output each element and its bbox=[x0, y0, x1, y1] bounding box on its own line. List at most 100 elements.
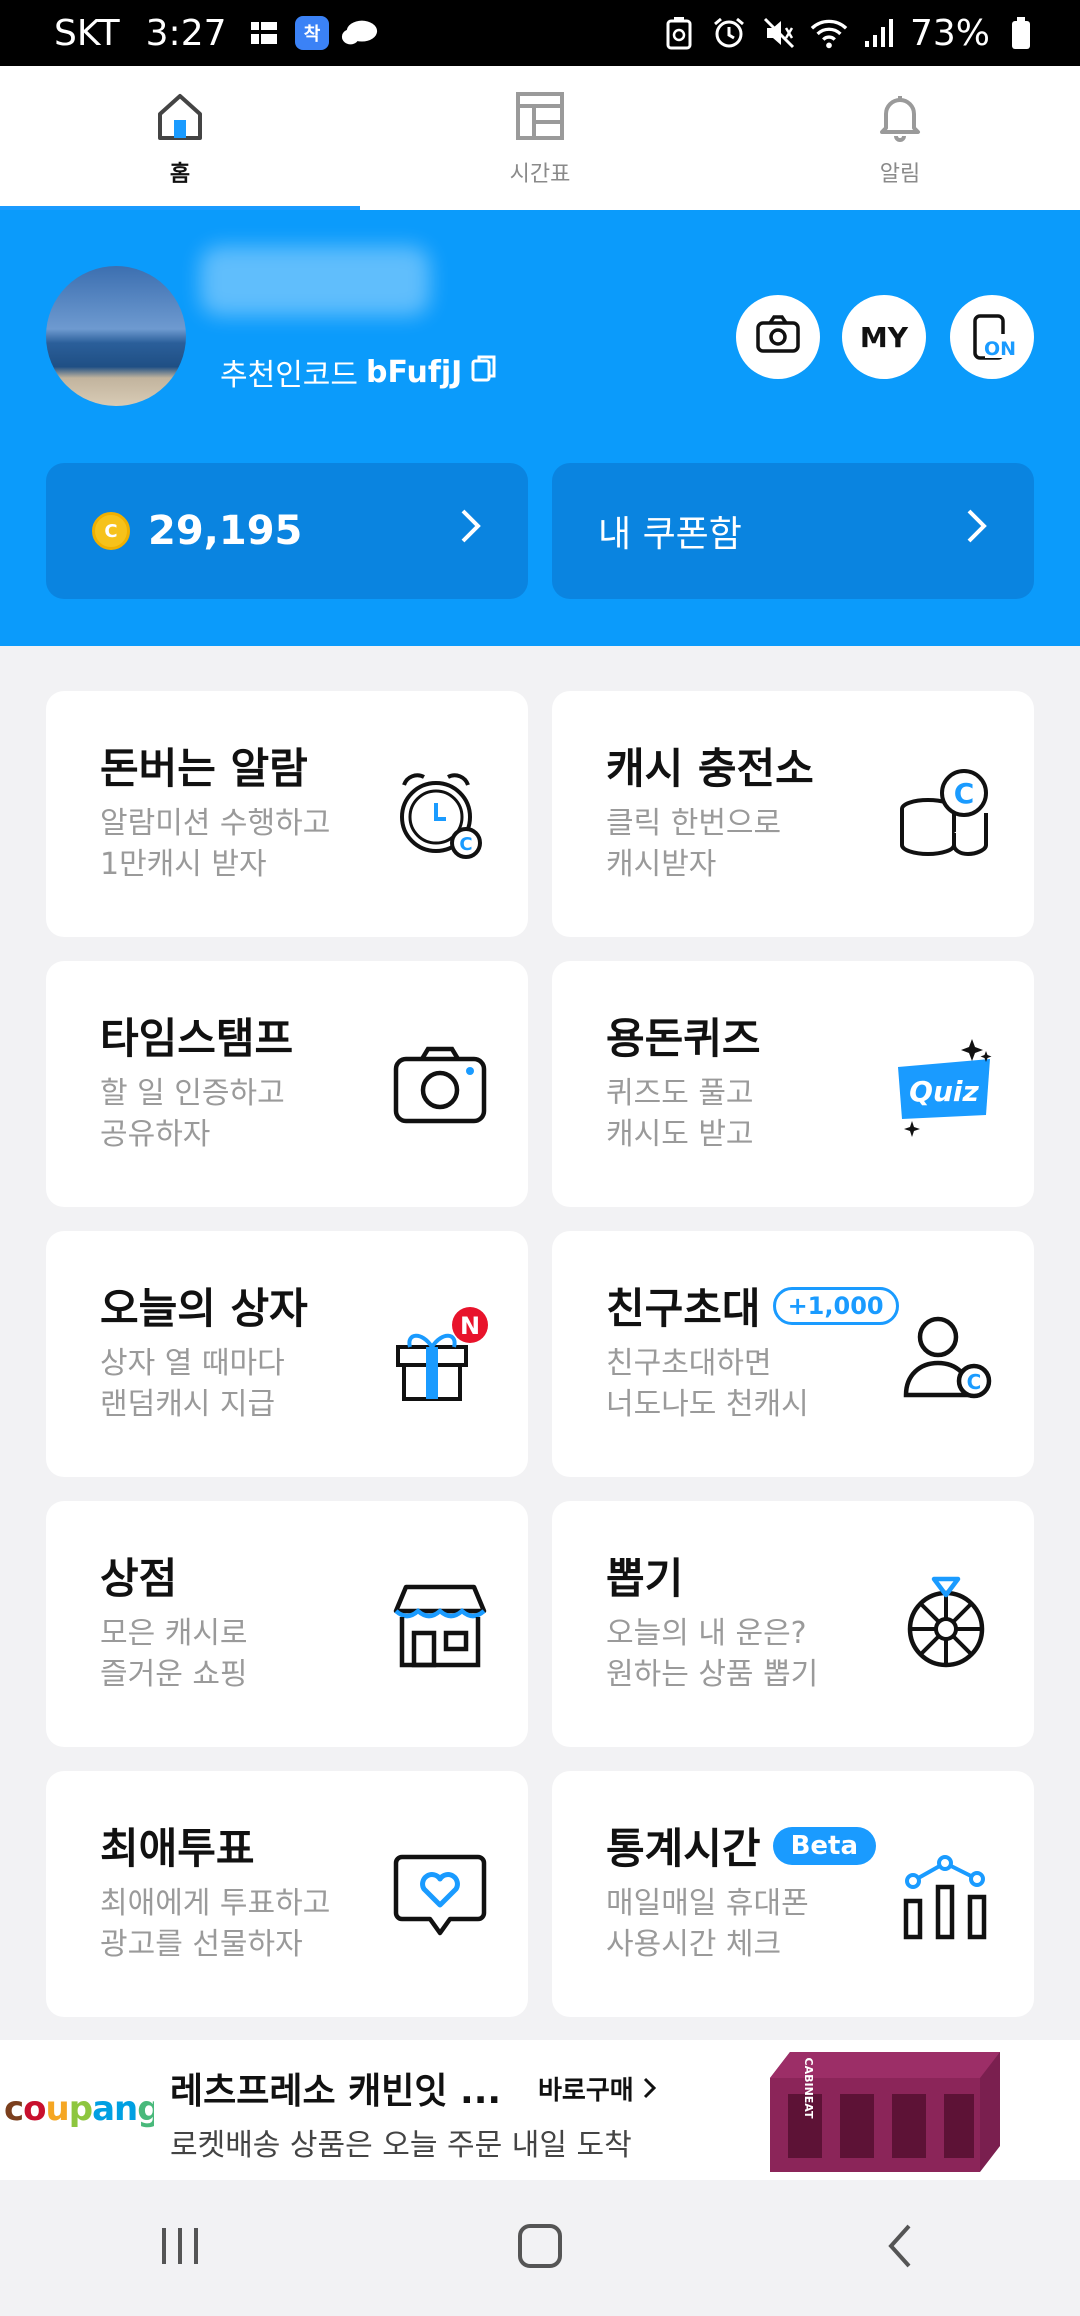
status-bar: SKT 3:27 착 73% bbox=[0, 0, 1080, 66]
recent-apps-icon bbox=[156, 2224, 204, 2272]
ad-title: 레츠프레소 캐빈잇 ... bbox=[170, 2071, 502, 2112]
home-icon bbox=[152, 88, 208, 148]
card-allowance-quiz[interactable]: 용돈퀴즈 퀴즈도 풀고 캐시도 받고 Quiz bbox=[552, 961, 1034, 1207]
heart-chat-icon bbox=[388, 1843, 492, 1947]
carrier: SKT bbox=[54, 12, 120, 54]
card-desc-line1: 최애에게 투표하고 bbox=[100, 1886, 331, 1921]
card-desc-line1: 친구초대하면 bbox=[606, 1346, 772, 1381]
camera-icon bbox=[755, 314, 801, 361]
profile-header: 추천인코드 bFufjJ MY ON C 29,195 내 쿠폰함 bbox=[0, 210, 1080, 646]
cash-balance-button[interactable]: C 29,195 bbox=[46, 463, 528, 599]
tab-timetable[interactable]: 시간표 bbox=[360, 66, 720, 210]
chevron-right-icon bbox=[643, 2076, 657, 2106]
card-desc-line2: 원하는 상품 뽑기 bbox=[606, 1657, 819, 1692]
card-desc-line2: 즐거운 쇼핑 bbox=[100, 1657, 248, 1692]
copy-icon[interactable] bbox=[470, 353, 498, 391]
recent-apps-button[interactable] bbox=[0, 2180, 360, 2316]
ad-banner[interactable]: coupang coupang 레츠프레소 캐빈잇 ... 바로구매 로켓배송 … bbox=[0, 2040, 1080, 2180]
product-image: CABINEAT bbox=[760, 2048, 1000, 2172]
buy-now-link[interactable]: 바로구매 bbox=[538, 2070, 657, 2107]
card-daily-box[interactable]: 오늘의 상자 상자 열 때마다랜덤캐시 지급 N bbox=[46, 1231, 528, 1477]
tab-alerts-label: 알림 bbox=[879, 162, 921, 187]
alarm-status-icon bbox=[710, 14, 748, 52]
tab-timetable-label: 시간표 bbox=[509, 162, 571, 187]
referral-code[interactable]: 추천인코드 bFufjJ bbox=[220, 350, 498, 394]
my-button[interactable]: MY bbox=[842, 295, 926, 379]
card-title: 상점 bbox=[100, 1554, 178, 1603]
cloud-chat-icon bbox=[341, 14, 379, 52]
card-desc-line2: 1만캐시 받자 bbox=[100, 847, 267, 882]
ad-subtitle: 로켓배송 상품은 오늘 주문 내일 도착 bbox=[170, 2128, 632, 2163]
card-title: 오늘의 상자 bbox=[100, 1284, 308, 1333]
mute-icon bbox=[760, 14, 798, 52]
tab-home[interactable]: 홈 bbox=[0, 66, 360, 210]
bell-icon bbox=[872, 88, 928, 148]
quiz-icon-text: Quiz bbox=[909, 1075, 979, 1108]
card-desc-line2: 공유하자 bbox=[100, 1117, 211, 1152]
referral-label: 추천인코드 bbox=[220, 358, 358, 393]
on-button[interactable]: ON bbox=[950, 295, 1034, 379]
card-title: 캐시 충전소 bbox=[606, 744, 814, 793]
avatar[interactable] bbox=[46, 266, 186, 406]
card-desc-line1: 매일매일 휴대폰 bbox=[606, 1886, 809, 1921]
card-timestamp[interactable]: 타임스탬프 할 일 인증하고 공유하자 bbox=[46, 961, 528, 1207]
beta-badge: Beta bbox=[772, 1826, 876, 1865]
card-desc-line2: 광고를 선물하자 bbox=[100, 1927, 303, 1962]
card-desc-line1: 상자 열 때마다 bbox=[100, 1346, 285, 1381]
card-desc-line1: 퀴즈도 풀고 bbox=[606, 1076, 754, 1111]
card-desc-line1: 오늘의 내 운은? bbox=[606, 1616, 807, 1651]
signal-icon bbox=[860, 14, 898, 52]
battery-icon bbox=[1002, 14, 1040, 52]
friend-icon: C bbox=[894, 1303, 998, 1407]
home-nav-icon bbox=[516, 2222, 564, 2274]
on-label: ON bbox=[984, 338, 1016, 360]
home-nav-button[interactable] bbox=[360, 2180, 720, 2316]
card-desc-line2: 사용시간 체크 bbox=[606, 1927, 782, 1962]
tab-alerts[interactable]: 알림 bbox=[720, 66, 1080, 210]
app-notification-icon: 착 bbox=[293, 14, 331, 52]
product-text: CABINEAT bbox=[802, 2058, 815, 2119]
coins-icon: C bbox=[894, 763, 998, 867]
coupon-box-button[interactable]: 내 쿠폰함 bbox=[552, 463, 1034, 599]
card-desc-line1: 클릭 한번으로 bbox=[606, 806, 782, 841]
card-invite-friend[interactable]: 친구초대 +1,000 친구초대하면 너도나도 천캐시 C bbox=[552, 1231, 1034, 1477]
card-title: 타임스탬프 bbox=[100, 1014, 294, 1063]
roulette-icon bbox=[894, 1573, 998, 1677]
gallery-notification-icon bbox=[245, 14, 283, 52]
referral-code-value: bFufjJ bbox=[366, 354, 463, 390]
card-idol-vote[interactable]: 최애투표 최애에게 투표하고광고를 선물하자 bbox=[46, 1771, 528, 2017]
clock: 3:27 bbox=[145, 12, 227, 54]
card-desc-line2: 캐시도 받고 bbox=[606, 1117, 754, 1152]
card-title: 뽑기 bbox=[606, 1554, 684, 1603]
gift-box-icon: N bbox=[388, 1303, 492, 1407]
back-button[interactable] bbox=[720, 2180, 1080, 2316]
svg-text:C: C bbox=[954, 777, 975, 810]
card-money-alarm[interactable]: 돈버는 알람 알람미션 수행하고 1만캐시 받자 C bbox=[46, 691, 528, 937]
coupon-box-label: 내 쿠폰함 bbox=[598, 514, 742, 555]
svg-text:착: 착 bbox=[303, 24, 320, 45]
buy-now-label: 바로구매 bbox=[538, 2076, 634, 2106]
card-draw[interactable]: 뽑기 오늘의 내 운은? 원하는 상품 뽑기 bbox=[552, 1501, 1034, 1747]
card-desc-line1: 모은 캐시로 bbox=[100, 1616, 248, 1651]
svg-text:coupang: coupang bbox=[4, 2089, 154, 2129]
card-desc-line1: 알람미션 수행하고 bbox=[100, 806, 331, 841]
card-stats-time[interactable]: 통계시간 Beta 매일매일 휴대폰 사용시간 체크 bbox=[552, 1771, 1034, 2017]
battery-percent: 73% bbox=[909, 12, 990, 54]
camera-button[interactable] bbox=[736, 295, 820, 379]
chevron-right-icon bbox=[966, 508, 988, 554]
camera-icon bbox=[388, 1033, 492, 1137]
top-tab-bar: 홈 시간표 알림 bbox=[0, 66, 1080, 210]
wifi-icon bbox=[810, 14, 848, 52]
card-store[interactable]: 상점 모은 캐시로즐거운 쇼핑 bbox=[46, 1501, 528, 1747]
card-title: 최애투표 bbox=[100, 1824, 255, 1873]
card-desc-line2: 랜덤캐시 지급 bbox=[100, 1387, 276, 1422]
system-nav-bar bbox=[0, 2180, 1080, 2316]
reward-badge: +1,000 bbox=[772, 1286, 899, 1325]
stats-icon bbox=[894, 1843, 998, 1947]
card-desc-line2: 너도나도 천캐시 bbox=[606, 1387, 809, 1422]
card-title: 돈버는 알람 bbox=[100, 744, 308, 793]
timetable-icon bbox=[512, 88, 568, 148]
card-cash-station[interactable]: 캐시 충전소 클릭 한번으로 캐시받자 C bbox=[552, 691, 1034, 937]
cash-balance: 29,195 bbox=[148, 508, 303, 554]
alarm-clock-icon: C bbox=[388, 763, 492, 867]
